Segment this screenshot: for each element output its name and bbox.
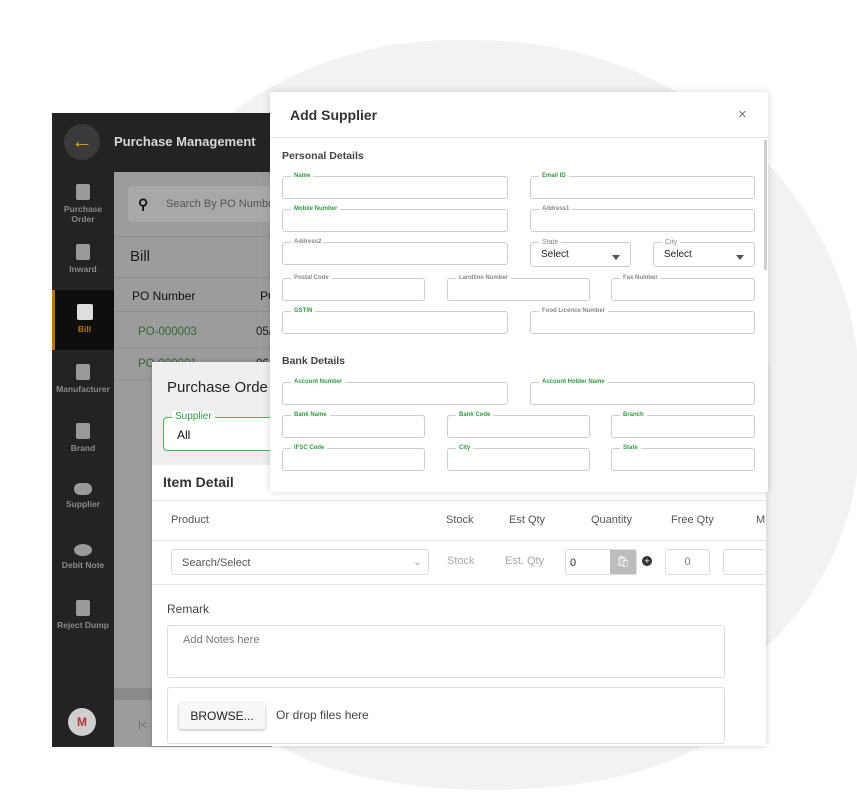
account-number-field[interactable]: Account Number xyxy=(282,379,508,405)
header-stock: Stock xyxy=(446,514,474,526)
sidebar-item-supplier[interactable]: Supplier xyxy=(52,483,114,509)
free-qty-input[interactable]: 0 xyxy=(665,549,710,575)
postal-code-field[interactable]: Postal Code xyxy=(282,275,425,301)
email-field[interactable]: Email ID xyxy=(530,173,755,199)
name-field[interactable]: Name xyxy=(282,173,508,199)
quantity-input[interactable]: 0 🛍 xyxy=(565,549,637,575)
sidebar-item-purchase-order[interactable]: Purchase Order xyxy=(52,184,114,224)
header-quantity: Quantity xyxy=(591,514,632,526)
sidebar-item-inward[interactable]: Inward xyxy=(52,244,114,274)
header-free-qty: Free Qty xyxy=(671,514,714,526)
sidebar-item-bill[interactable]: Bill xyxy=(52,290,114,350)
browse-button[interactable]: BROWSE... xyxy=(179,703,265,729)
bank-code-field[interactable]: Bank Code xyxy=(447,412,590,438)
chip-icon xyxy=(76,364,90,380)
food-licence-field[interactable]: Food Licence Number xyxy=(530,308,755,334)
table-header: PO Number PO xyxy=(114,280,277,312)
bank-state-field[interactable]: State xyxy=(611,445,755,471)
close-icon[interactable]: × xyxy=(738,106,747,123)
header-est-qty: Est Qty xyxy=(509,514,546,526)
branch-field[interactable]: Branch xyxy=(611,412,755,438)
checklist-icon xyxy=(76,244,90,260)
bag-icon[interactable]: 🛍 xyxy=(610,550,636,574)
fax-field[interactable]: Fax Number xyxy=(611,275,755,301)
address2-field[interactable]: Address2 xyxy=(282,239,508,265)
table-row[interactable]: PO-000003 05/ xyxy=(114,316,272,348)
po-title: Purchase Orde xyxy=(167,379,268,396)
coin-icon xyxy=(74,544,92,556)
address1-field[interactable]: Address1 xyxy=(530,206,755,232)
sidebar-item-brand[interactable]: Brand xyxy=(52,423,114,453)
bank-name-field[interactable]: Bank Name xyxy=(282,412,425,438)
est-qty-value: Est. Qty xyxy=(505,555,545,567)
brand-icon xyxy=(76,423,90,439)
state-select[interactable]: State Select xyxy=(530,239,631,267)
stock-value: Stock xyxy=(447,555,475,567)
sidebar-item-manufacturer[interactable]: Manufacturer xyxy=(52,364,114,394)
personal-details-heading: Personal Details xyxy=(282,150,364,162)
sidebar-item-debit-note[interactable]: Debit Note xyxy=(52,544,114,570)
notes-textarea[interactable]: Add Notes here xyxy=(167,625,725,678)
bank-details-heading: Bank Details xyxy=(282,355,346,367)
app-title: Purchase Management xyxy=(114,134,256,149)
gstin-field[interactable]: GSTIN xyxy=(282,308,508,334)
product-select[interactable]: Search/Select ⌄ xyxy=(171,549,429,575)
chevron-down-icon: ⌄ xyxy=(412,556,422,568)
header-product: Product xyxy=(171,514,209,526)
avatar[interactable]: M xyxy=(68,708,96,736)
ifsc-field[interactable]: IFSC Code xyxy=(282,445,425,471)
bank-city-field[interactable]: City xyxy=(447,445,590,471)
search-input[interactable]: ⚲ Search By PO Number xyxy=(128,186,278,222)
landline-field[interactable]: Landline Number xyxy=(447,275,590,301)
back-button[interactable]: ← xyxy=(64,124,100,160)
first-page-button[interactable]: |< xyxy=(138,720,146,731)
header-m: M xyxy=(756,514,766,526)
supplier-select[interactable]: Supplier All xyxy=(163,411,283,451)
city-select[interactable]: City Select xyxy=(653,239,755,267)
modal-title: Add Supplier xyxy=(290,107,378,123)
bill-icon xyxy=(76,304,93,320)
account-holder-field[interactable]: Account Holder Name xyxy=(530,379,755,405)
scrollbar[interactable] xyxy=(114,688,154,700)
add-icon[interactable]: + xyxy=(642,556,652,566)
page-title: Bill xyxy=(130,248,151,265)
clipboard-icon xyxy=(76,184,90,200)
sidebar-item-reject-dump[interactable]: Reject Dump xyxy=(52,600,114,630)
page-header: Bill xyxy=(114,236,272,278)
mobile-field[interactable]: Mobile Number xyxy=(282,206,508,232)
drop-files-text: Or drop files here xyxy=(276,708,369,722)
search-icon: ⚲ xyxy=(138,196,149,212)
trash-icon xyxy=(76,600,90,616)
handshake-icon xyxy=(74,483,92,495)
m-input[interactable] xyxy=(723,549,766,575)
sidebar: Purchase Order Inward Bill Manufacturer … xyxy=(52,172,114,747)
remark-label: Remark xyxy=(167,602,210,616)
modal-scrollbar[interactable] xyxy=(764,140,767,270)
item-detail-heading: Item Detail xyxy=(163,474,234,490)
